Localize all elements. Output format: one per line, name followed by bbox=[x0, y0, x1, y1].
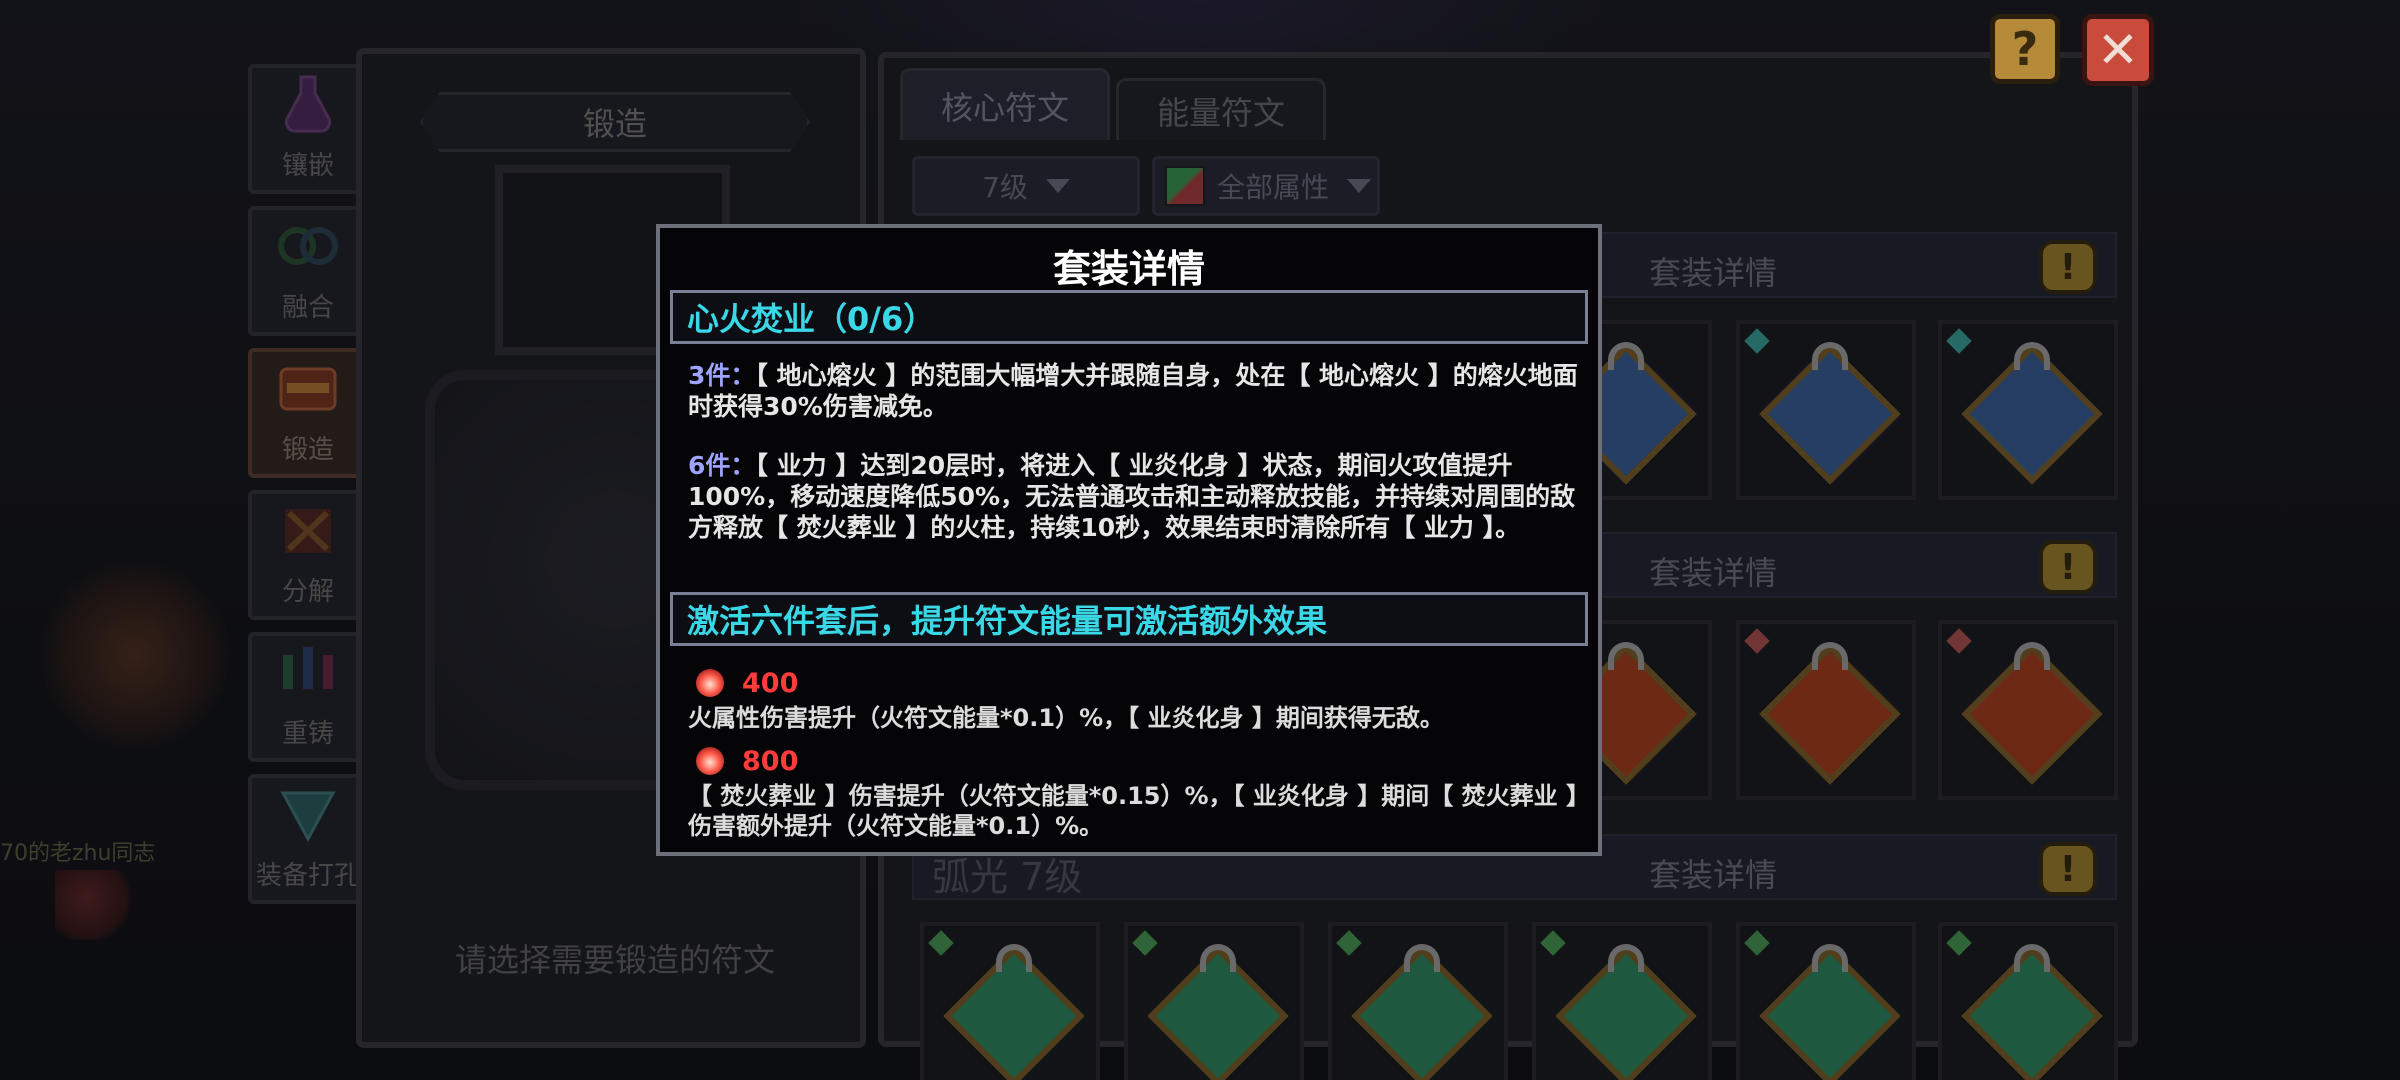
set-title-header: 心火焚业（0/6） bbox=[670, 290, 1588, 344]
activation-header: 激活六件套后，提升符文能量可激活额外效果 bbox=[670, 592, 1588, 646]
dialog-title: 套装详情 bbox=[1052, 247, 1205, 291]
fire-energy-icon bbox=[696, 747, 724, 775]
energy-threshold: 800 bbox=[742, 745, 799, 777]
close-button[interactable]: ✕ bbox=[2082, 14, 2154, 86]
energy-threshold: 400 bbox=[742, 667, 799, 699]
effect-tier-label: 6件： bbox=[688, 451, 756, 480]
energy-bonus-description: 【 焚火葬业 】伤害提升（火符文能量*0.15）%，【 业炎化身 】期间【 焚火… bbox=[688, 782, 1578, 840]
fire-energy-icon bbox=[696, 669, 724, 697]
help-button[interactable]: ? bbox=[1990, 14, 2060, 84]
energy-bonus-row: 400 bbox=[696, 666, 798, 700]
effect-text: 【 业力 】达到20层时，将进入【 业炎化身 】状态，期间火攻值提升100%，移… bbox=[688, 451, 1576, 542]
set-details-dialog: 套装详情 心火焚业（0/6） 3件：【 地心熔火 】的范围大幅增大并跟随自身，处… bbox=[656, 224, 1602, 856]
energy-bonus-row: 800 bbox=[696, 744, 798, 778]
set-effect-3-piece: 3件：【 地心熔火 】的范围大幅增大并跟随自身，处在【 地心熔火 】的熔火地面时… bbox=[688, 360, 1578, 422]
energy-bonus-description: 火属性伤害提升（火符文能量*0.1）%，【 业炎化身 】期间获得无敌。 bbox=[688, 704, 1444, 732]
set-effect-6-piece: 6件：【 业力 】达到20层时，将进入【 业炎化身 】状态，期间火攻值提升100… bbox=[688, 450, 1578, 543]
effect-tier-label: 3件： bbox=[688, 361, 756, 390]
effect-text: 【 地心熔火 】的范围大幅增大并跟随自身，处在【 地心熔火 】的熔火地面时获得3… bbox=[688, 361, 1578, 421]
